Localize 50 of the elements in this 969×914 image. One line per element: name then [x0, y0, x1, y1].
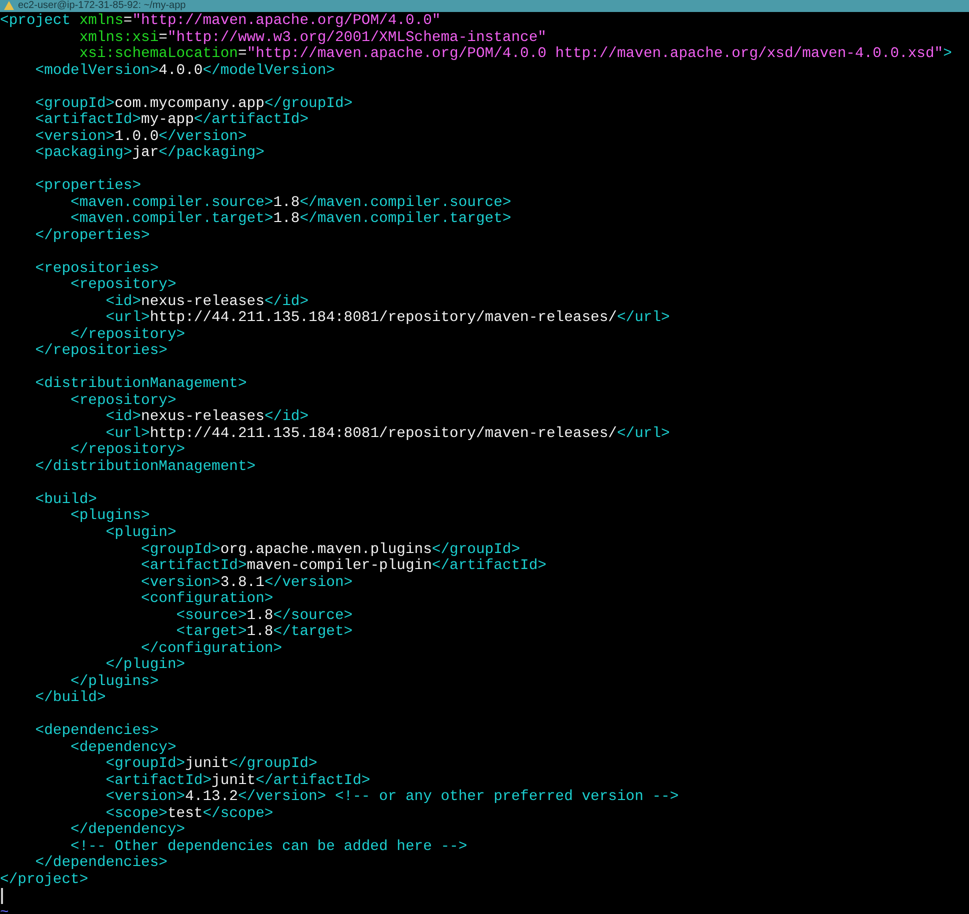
- code-line: </plugins>: [70, 674, 159, 690]
- code-line: </dependency>: [70, 822, 186, 839]
- code-line: xmlns:xsi="http://www.w3.org/2001/XMLSchema-instance": [78, 30, 546, 46]
- code-line: <url>http://44.211.135.184:8081/repository/maven-releases/</url>: [104, 426, 670, 442]
- text-cursor: [1, 888, 3, 904]
- code-line: <version>1.0.0</version>: [34, 128, 247, 145]
- code-line: <target>1.8</target>: [175, 624, 353, 641]
- code-line: <groupId>org.apache.maven.plugins</groupId>: [140, 542, 520, 558]
- code-line: <configuration>: [140, 591, 274, 608]
- code-line: <build>: [34, 492, 97, 508]
- code-line: <id>nexus-releases</id>: [104, 294, 309, 310]
- code-line: <source>1.8</source>: [175, 608, 353, 624]
- code-line: </project>: [0, 872, 88, 888]
- code-line: <modelVersion>4.0.0</modelVersion>: [34, 62, 335, 80]
- code-line: </dependencies>: [34, 855, 168, 872]
- code-line: <packaging>jar</packaging>: [34, 145, 264, 162]
- code-line: <maven.compiler.source>1.8</maven.compiler.source>: [70, 194, 512, 211]
- code-line: <maven.compiler.target>1.8</maven.compiler.target>: [70, 211, 512, 228]
- code-line: <repository>: [70, 392, 176, 409]
- code-line: <repository>: [70, 277, 176, 294]
- code-line: </configuration>: [140, 640, 282, 657]
- code-line: </build>: [34, 690, 106, 707]
- code-line: <groupId>com.mycompany.app</groupId>: [34, 96, 353, 112]
- code-line: <groupId>junit</groupId>: [104, 756, 318, 773]
- code-line: <dependencies>: [34, 723, 159, 740]
- code-line: <version>3.8.1</version>: [140, 574, 353, 591]
- code-line: <version>4.13.2</version> <!-- or any other preferred version -->: [104, 789, 679, 806]
- code-line: <!-- Other dependencies can be added here -->: [70, 838, 468, 855]
- code-line: </plugin>: [104, 657, 186, 674]
- code-line: <artifactId>maven-compiler-plugin</artifactId>: [140, 558, 546, 575]
- empty-line-marker: ~: [0, 904, 9, 914]
- code-line: <repositories>: [34, 260, 159, 277]
- code-line: <artifactId>junit</artifactId>: [104, 772, 370, 789]
- code-line: </properties>: [34, 228, 150, 244]
- code-line: <scope>test</scope>: [104, 806, 274, 822]
- code-line: <project xmlns="http://maven.apache.org/POM/4.0.0": [0, 13, 441, 30]
- code-line: <id>nexus-releases</id>: [104, 409, 309, 426]
- code-line: </repository>: [70, 442, 186, 459]
- code-line: <plugin>: [104, 524, 176, 542]
- code-line: <distributionManagement>: [34, 376, 247, 393]
- code-line: <dependency>: [70, 740, 176, 756]
- code-line: <plugins>: [70, 508, 150, 525]
- code-line: </distributionManagement>: [34, 458, 256, 476]
- code-line: </repositories>: [34, 343, 168, 360]
- window-title: ec2-user@ip-172-31-85-92: ~/my-app: [18, 0, 186, 12]
- code-line: <properties>: [34, 178, 142, 195]
- code-line: </repository>: [70, 326, 186, 343]
- code-line: <url>http://44.211.135.184:8081/repository/maven-releases/</url>: [104, 310, 670, 327]
- code-line: xsi:schemaLocation="http://maven.apache.org/POM/4.0.0 http://maven.apache.org/xsd/maven-4.0.0.xsd">: [78, 46, 952, 63]
- code-line: <artifactId>my-app</artifactId>: [34, 112, 309, 129]
